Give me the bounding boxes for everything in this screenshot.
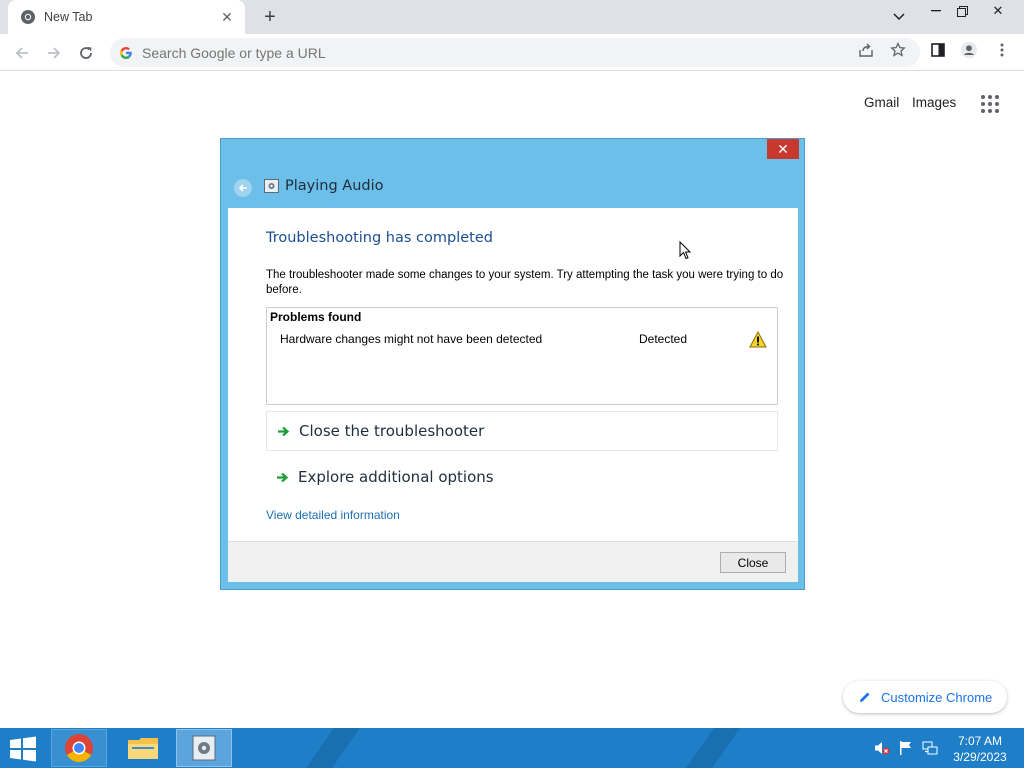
action-center-flag-icon[interactable] xyxy=(898,740,914,756)
taskbar-chrome[interactable] xyxy=(51,729,107,767)
close-troubleshooter-option[interactable]: Close the troubleshooter xyxy=(266,411,778,451)
omnibox[interactable] xyxy=(110,38,920,67)
mouse-cursor-icon xyxy=(679,241,691,260)
close-button[interactable]: Close xyxy=(720,552,786,573)
chrome-icon xyxy=(65,734,93,762)
dialog-title: Playing Audio xyxy=(285,178,384,194)
customize-chrome-button[interactable]: Customize Chrome xyxy=(843,681,1007,713)
problem-name: Hardware changes might not have been det… xyxy=(280,332,543,346)
new-tab-button[interactable]: + xyxy=(258,6,282,28)
dialog-content: Troubleshooting has completed The troubl… xyxy=(228,208,798,541)
windows-start-icon[interactable] xyxy=(8,736,38,762)
taskbar-file-explorer[interactable] xyxy=(115,729,171,767)
troubleshooter-app-icon xyxy=(192,735,216,761)
tab-strip: New Tab ✕ + ✕ xyxy=(0,0,1024,34)
taskbar-troubleshooter[interactable] xyxy=(176,729,232,767)
explore-options-option[interactable]: Explore additional options xyxy=(266,457,778,497)
reload-button[interactable] xyxy=(73,40,99,66)
dialog-footer: Close xyxy=(228,541,798,582)
dialog-close-icon[interactable]: ✕ xyxy=(767,139,799,159)
warning-icon xyxy=(749,331,767,348)
customize-chrome-label: Customize Chrome xyxy=(881,689,993,705)
pencil-icon xyxy=(860,692,870,702)
network-icon[interactable] xyxy=(922,740,938,756)
back-button[interactable] xyxy=(9,40,35,66)
tab-new-tab[interactable]: New Tab ✕ xyxy=(8,0,245,34)
audio-troubleshooter-icon xyxy=(264,179,279,193)
images-link[interactable]: Images xyxy=(912,95,956,110)
forward-button[interactable] xyxy=(41,40,67,66)
tab-close-icon[interactable]: ✕ xyxy=(219,9,235,25)
clock-date: 3/29/2023 xyxy=(953,750,1007,764)
problem-row[interactable]: Hardware changes might not have been det… xyxy=(280,331,775,350)
taskbar: 7:07 AM 3/29/2023 xyxy=(0,728,1024,768)
bookmark-star-icon[interactable] xyxy=(889,41,907,59)
problems-found-box: Problems found Hardware changes might no… xyxy=(266,307,778,405)
troubleshooter-dialog: ✕ Playing Audio Troubleshooting has comp… xyxy=(220,138,805,590)
chrome-menu-icon[interactable] xyxy=(993,41,1011,59)
search-input[interactable] xyxy=(142,44,920,61)
browser-toolbar xyxy=(0,34,1024,71)
tab-search-chevron-icon[interactable] xyxy=(882,6,916,28)
folder-icon xyxy=(128,738,158,759)
problems-header: Problems found xyxy=(270,310,362,324)
google-icon xyxy=(120,46,132,59)
green-arrow-icon xyxy=(277,472,289,482)
window-close-button[interactable]: ✕ xyxy=(981,0,1015,22)
share-icon[interactable] xyxy=(857,41,875,59)
system-clock[interactable]: 7:07 AM 3/29/2023 xyxy=(948,733,1012,765)
profile-avatar-icon[interactable] xyxy=(960,41,978,59)
taskbar-decoration xyxy=(678,728,748,768)
gmail-link[interactable]: Gmail xyxy=(864,95,899,110)
clock-time: 7:07 AM xyxy=(957,734,1003,748)
restore-button[interactable] xyxy=(945,0,979,22)
back-arrow-icon[interactable] xyxy=(234,179,252,197)
green-arrow-icon xyxy=(278,426,290,436)
google-apps-icon[interactable] xyxy=(981,95,999,113)
result-heading: Troubleshooting has completed xyxy=(266,230,493,246)
volume-muted-icon[interactable] xyxy=(874,740,890,756)
problem-status: Detected xyxy=(639,332,688,346)
taskbar-decoration xyxy=(298,728,368,768)
side-panel-icon[interactable] xyxy=(929,41,947,59)
option-label: Close the troubleshooter xyxy=(299,422,485,440)
result-description: The troubleshooter made some changes to … xyxy=(266,269,784,296)
option-label: Explore additional options xyxy=(298,468,494,486)
chrome-favicon-icon xyxy=(21,10,35,24)
tab-title: New Tab xyxy=(44,10,93,24)
view-detailed-information-link[interactable]: View detailed information xyxy=(266,508,400,522)
